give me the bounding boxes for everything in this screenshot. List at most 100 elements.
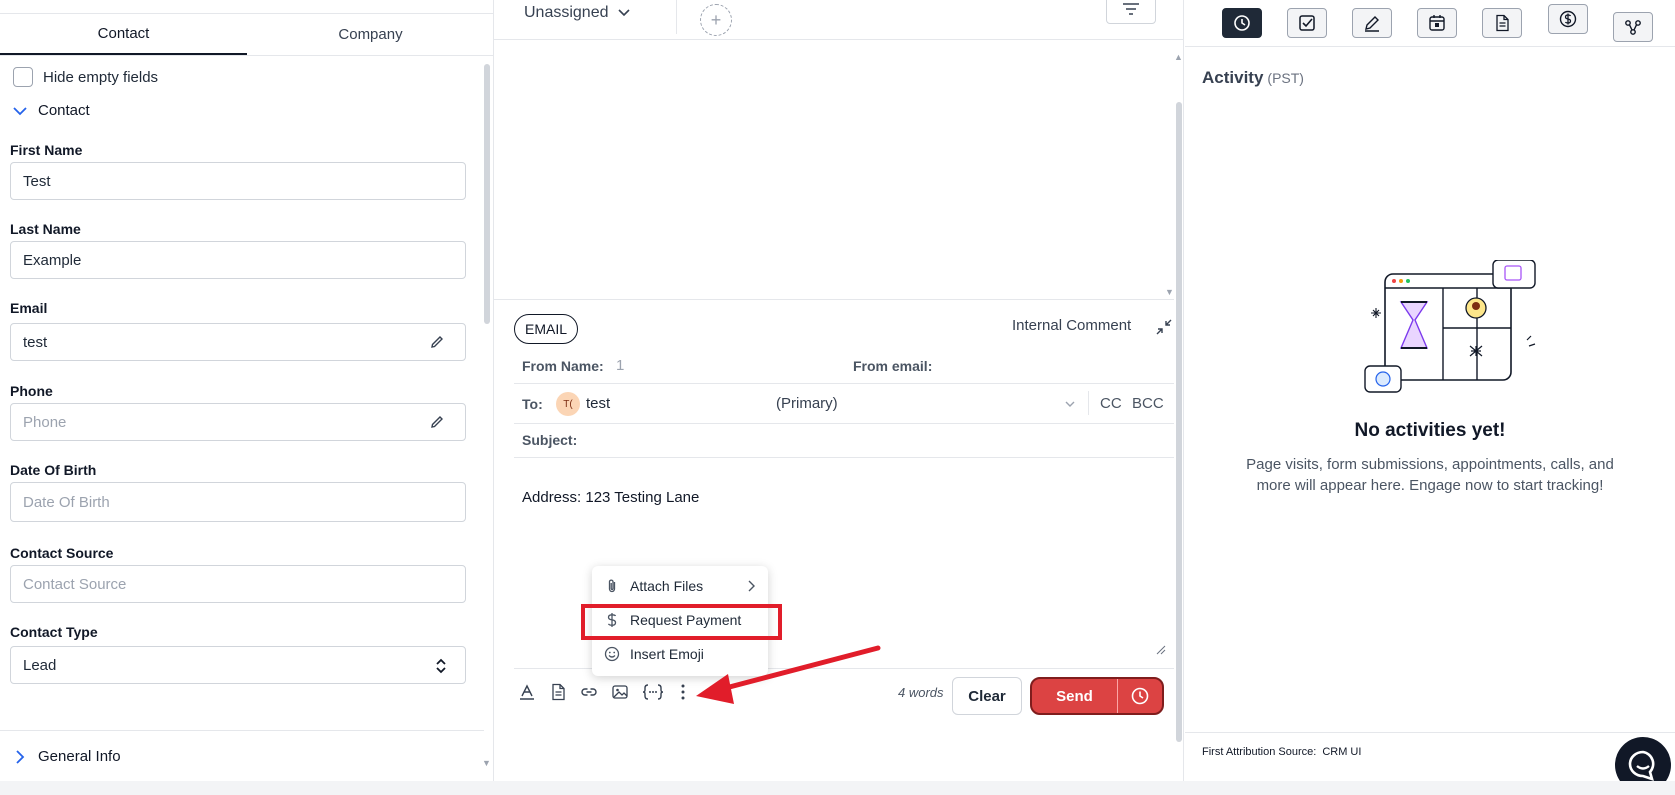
phone-field[interactable]: Phone [10,403,466,441]
last-name-value: Example [23,251,82,269]
attribution-value: CRM UI [1322,746,1362,758]
dob-label: Date Of Birth [10,462,97,478]
workflow-icon [1625,20,1641,35]
from-name-value[interactable]: 1 [616,357,624,374]
empty-state-description: Page visits, form submissions, appointme… [1246,456,1614,494]
phone-label: Phone [10,383,53,399]
email-field[interactable]: test [10,323,466,361]
first-name-label: First Name [10,142,83,158]
chevron-down-icon [13,106,27,115]
documents-tab-button[interactable] [1482,8,1522,38]
menu-item-attach-files[interactable]: Attach Files [592,570,768,602]
annotation-arrow-icon [696,645,881,704]
filter-button[interactable] [1106,0,1156,24]
activity-toolbar [1185,0,1675,46]
collapse-icon[interactable] [1156,319,1172,335]
calendar-icon [1429,15,1445,31]
activity-heading: Activity (PST) [1202,68,1304,88]
contact-type-value: Lead [23,656,57,674]
annotation-highlight-box [581,604,782,640]
chevron-down-icon[interactable] [1064,398,1076,410]
workflows-tab-button[interactable] [1613,12,1653,42]
chevron-right-icon [748,580,755,592]
custom-values-braces-icon[interactable] [642,683,664,701]
scroll-down-arrow[interactable]: ▼ [482,758,491,768]
activity-panel: Activity (PST) No activities yet! Page vi… [1185,0,1675,795]
hide-empty-checkbox[interactable] [13,67,33,87]
hide-empty-label: Hide empty fields [43,68,159,86]
tab-contact[interactable]: Contact [0,14,247,55]
plus-icon: + [710,9,722,30]
first-name-field[interactable]: Test [10,162,466,200]
to-recipient[interactable]: test [586,395,610,412]
activity-tab-button[interactable] [1222,8,1262,38]
word-count: 4 words [898,685,944,700]
menu-item-label: Attach Files [630,578,704,594]
scroll-up-arrow[interactable]: ▲ [1174,52,1183,62]
assignee-label: Unassigned [524,4,609,21]
appointments-tab-button[interactable] [1417,8,1457,38]
contact-details-panel: Contact Company ▼ Hide empty fields Cont… [0,0,494,795]
tasks-tab-button[interactable] [1287,8,1327,38]
dob-placeholder: Date Of Birth [23,493,110,511]
to-label: To: [522,396,543,412]
send-button[interactable]: Send [1032,679,1118,713]
conversation-messages-area [494,40,1174,300]
left-scrollbar[interactable] [484,64,490,324]
edit-pencil-icon[interactable] [429,334,445,350]
divider [676,0,677,34]
conversation-header: Unassigned + [494,0,1184,40]
link-icon[interactable] [580,683,598,701]
divider [0,730,484,731]
checkbox-icon [1299,15,1315,31]
empty-state-title: No activities yet! [1354,420,1506,441]
from-email-label: From email: [853,358,933,374]
assignee-dropdown[interactable]: Unassigned [524,4,631,22]
phone-placeholder: Phone [23,413,67,431]
text-format-icon[interactable] [518,683,536,701]
schedule-send-button[interactable] [1118,679,1162,713]
resize-grip-icon[interactable] [1156,645,1166,655]
divider [1088,391,1089,415]
notes-tab-button[interactable] [1352,8,1392,38]
section-general-info-header[interactable]: General Info [12,748,121,765]
section-contact-header[interactable]: Contact [12,102,90,119]
email-label: Email [10,300,48,316]
dob-field[interactable]: Date Of Birth [10,482,466,522]
cc-button[interactable]: CC [1100,395,1122,412]
payments-tab-button[interactable] [1548,4,1588,34]
divider [514,383,1174,384]
contact-source-placeholder: Contact Source [23,575,127,593]
channel-email-pill[interactable]: EMAIL [514,314,579,344]
from-name-label: From Name: [522,358,604,374]
contact-source-field[interactable]: Contact Source [10,565,466,603]
edit-pencil-icon[interactable] [429,414,445,430]
chevron-right-icon [16,749,25,764]
internal-comment-tab[interactable]: Internal Comment [1012,317,1131,334]
add-tag-button[interactable]: + [700,4,732,36]
paperclip-icon [608,579,616,593]
tab-company[interactable]: Company [247,14,493,55]
divider [1185,732,1675,733]
send-button-group: Send [1030,677,1164,715]
activity-timezone: (PST) [1267,70,1304,86]
bcc-button[interactable]: BCC [1132,395,1164,412]
last-name-field[interactable]: Example [10,241,466,279]
divider [1185,46,1675,47]
filter-lines-icon [1123,3,1139,15]
image-icon[interactable] [611,683,629,701]
divider [514,457,1174,458]
to-primary-tag: (Primary) [776,395,838,412]
email-body[interactable]: Address: 123 Testing Lane [522,489,699,506]
clock-icon [1131,687,1149,705]
template-document-icon[interactable] [549,683,567,701]
first-attribution-source: First Attribution Source: CRM UI [1202,746,1361,758]
contact-source-label: Contact Source [10,545,114,561]
clear-button[interactable]: Clear [952,677,1022,715]
middle-scrollbar[interactable] [1176,102,1182,742]
hide-empty-fields-toggle[interactable]: Hide empty fields [13,67,158,87]
more-vertical-icon[interactable] [674,683,692,701]
contact-type-select[interactable]: Lead [10,646,466,684]
scroll-down-arrow[interactable]: ▼ [1165,287,1174,297]
subject-label: Subject: [522,432,578,448]
